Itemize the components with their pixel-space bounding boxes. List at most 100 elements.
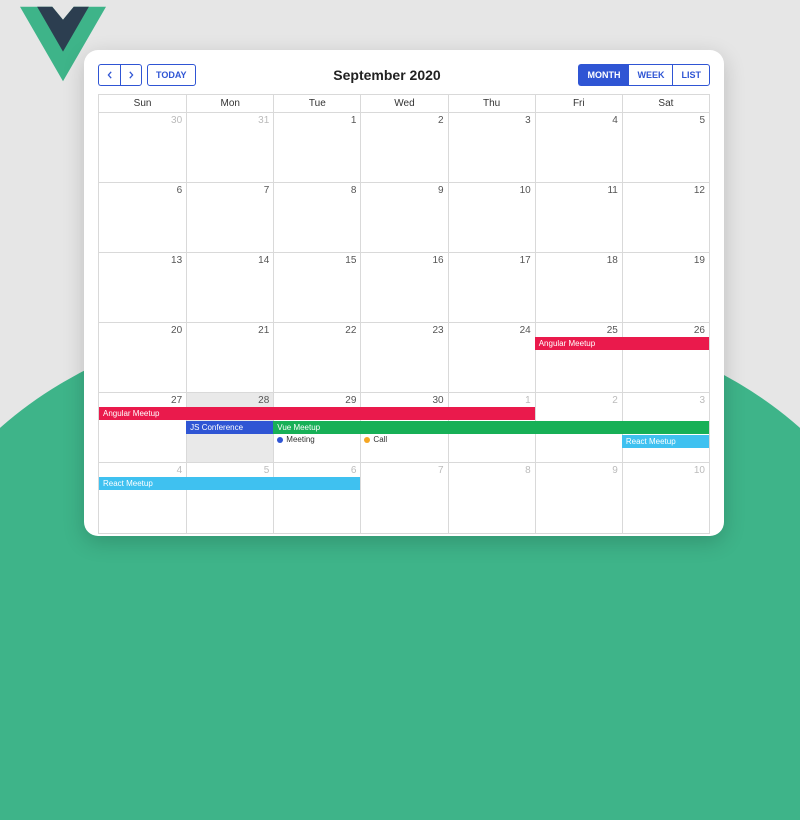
day-cell[interactable]: 25 [535, 323, 622, 392]
day-number: 1 [351, 115, 357, 126]
event-call[interactable]: Call [364, 435, 387, 444]
day-number: 8 [525, 465, 531, 476]
day-header-row: SunMonTueWedThuFriSat [99, 95, 709, 113]
day-cell[interactable]: 8 [448, 463, 535, 533]
day-number: 9 [438, 185, 444, 196]
day-cell[interactable]: 10 [622, 463, 709, 533]
today-button[interactable]: TODAY [147, 64, 196, 86]
day-number: 30 [171, 115, 182, 126]
day-number: 6 [351, 465, 357, 476]
day-number: 4 [177, 465, 183, 476]
day-number: 9 [612, 465, 618, 476]
day-cell[interactable]: 19 [622, 253, 709, 322]
calendar-title: September 2020 [333, 67, 440, 83]
prev-button[interactable] [98, 64, 120, 86]
list-view-button[interactable]: LIST [672, 64, 710, 86]
week-view-button[interactable]: WEEK [628, 64, 672, 86]
day-number: 12 [694, 185, 705, 196]
day-number: 19 [694, 255, 705, 266]
day-number: 21 [258, 325, 269, 336]
day-cell[interactable]: 9 [535, 463, 622, 533]
next-button[interactable] [120, 64, 142, 86]
chevron-left-icon [106, 71, 114, 79]
day-cell[interactable]: 10 [448, 183, 535, 252]
day-cell[interactable]: 26 [622, 323, 709, 392]
day-header: Mon [186, 95, 273, 112]
calendar-card: TODAY September 2020 MONTH WEEK LIST Sun… [84, 50, 724, 536]
day-header: Fri [535, 95, 622, 112]
day-cell[interactable]: 5 [622, 113, 709, 182]
day-cell[interactable]: 17 [448, 253, 535, 322]
event-react-meetup[interactable]: React Meetup [622, 435, 709, 448]
day-cell[interactable]: 15 [273, 253, 360, 322]
day-header: Thu [448, 95, 535, 112]
day-cell[interactable]: 21 [186, 323, 273, 392]
event-angular-meetup[interactable]: Angular Meetup [535, 337, 709, 350]
event-js-conference[interactable]: JS Conference [186, 421, 273, 434]
day-number: 17 [520, 255, 531, 266]
day-number: 2 [438, 115, 444, 126]
day-cell[interactable]: 9 [360, 183, 447, 252]
day-cell[interactable]: 3 [448, 113, 535, 182]
day-number: 22 [345, 325, 356, 336]
day-cell[interactable]: 30 [99, 113, 186, 182]
day-cell[interactable]: 6 [273, 463, 360, 533]
day-header: Sun [99, 95, 186, 112]
day-number: 7 [264, 185, 270, 196]
event-react-meetup[interactable]: React Meetup [99, 477, 360, 490]
day-cell[interactable]: 2 [360, 113, 447, 182]
day-number: 4 [612, 115, 618, 126]
week-row: 20 21 22 23 24 25 26Angular Meetup [99, 323, 709, 393]
day-number: 24 [520, 325, 531, 336]
day-cell[interactable]: 7 [360, 463, 447, 533]
day-cell[interactable]: 5 [186, 463, 273, 533]
day-cell[interactable]: 12 [622, 183, 709, 252]
week-row: 303112345 [99, 113, 709, 183]
day-number: 20 [171, 325, 182, 336]
day-cell[interactable]: 20 [99, 323, 186, 392]
day-cell[interactable]: 7 [186, 183, 273, 252]
day-cell[interactable]: 22 [273, 323, 360, 392]
day-cell[interactable]: 1 [273, 113, 360, 182]
day-number: 27 [171, 395, 182, 406]
day-header: Wed [360, 95, 447, 112]
day-number: 10 [520, 185, 531, 196]
day-number: 11 [607, 185, 617, 196]
day-cell[interactable]: 4 [99, 463, 186, 533]
day-cell[interactable]: 11 [535, 183, 622, 252]
day-cell[interactable]: 23 [360, 323, 447, 392]
day-number: 5 [264, 465, 270, 476]
week-row: 27282930123Angular MeetupJS ConferenceVu… [99, 393, 709, 463]
day-number: 31 [258, 115, 269, 126]
day-cell[interactable]: 8 [273, 183, 360, 252]
day-number: 5 [699, 115, 705, 126]
day-cell[interactable]: 27 [99, 393, 186, 462]
day-number: 14 [258, 255, 269, 266]
event-angular-meetup[interactable]: Angular Meetup [99, 407, 535, 420]
month-view-button[interactable]: MONTH [578, 64, 628, 86]
event-vue-meetup[interactable]: Vue Meetup [273, 421, 709, 434]
day-cell[interactable]: 16 [360, 253, 447, 322]
day-cell[interactable]: 6 [99, 183, 186, 252]
day-cell[interactable]: 13 [99, 253, 186, 322]
day-cell[interactable]: 4 [535, 113, 622, 182]
day-number: 28 [258, 395, 269, 406]
day-number: 6 [177, 185, 183, 196]
day-number: 29 [345, 395, 356, 406]
day-cell[interactable]: 18 [535, 253, 622, 322]
day-number: 3 [699, 395, 705, 406]
day-number: 25 [607, 325, 618, 336]
day-number: 13 [171, 255, 182, 266]
calendar-grid: SunMonTueWedThuFriSat 303112345678910111… [98, 94, 710, 534]
event-meeting[interactable]: Meeting [277, 435, 314, 444]
week-row: 6 78 9 10 11 12 [99, 183, 709, 253]
week-row: 13 14 1516 17 18 19 [99, 253, 709, 323]
day-cell[interactable]: 24 [448, 323, 535, 392]
day-cell[interactable]: 31 [186, 113, 273, 182]
day-number: 23 [432, 325, 443, 336]
day-cell[interactable]: 14 [186, 253, 273, 322]
day-header: Sat [622, 95, 709, 112]
day-number: 1 [525, 395, 531, 406]
week-row: 4 5 67 8 9 10 React Meetup [99, 463, 709, 533]
day-number: 18 [607, 255, 618, 266]
